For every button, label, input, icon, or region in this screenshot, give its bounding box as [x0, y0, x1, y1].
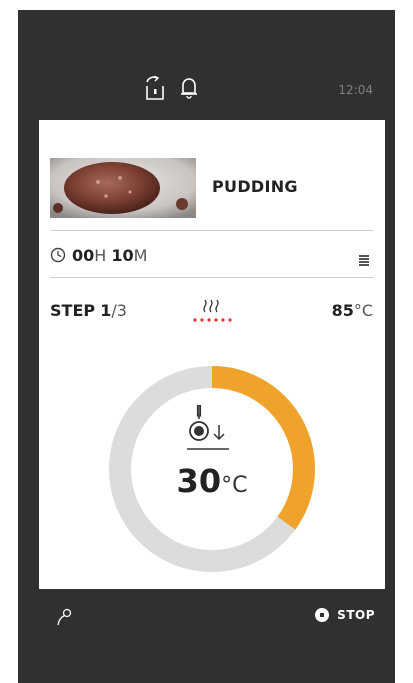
- timer-minutes: 10: [111, 246, 134, 265]
- stop-button[interactable]: STOP: [315, 604, 375, 626]
- bell-icon[interactable]: [179, 76, 199, 104]
- step-label: STEP: [50, 301, 96, 320]
- timer-row[interactable]: 00H 10M: [50, 245, 373, 269]
- program-panel: PUDDING 00H 10M STEP 1/3 85°C 30°C: [39, 120, 385, 589]
- setpoint-value: 85: [331, 301, 354, 320]
- recipe-name: PUDDING: [212, 177, 298, 196]
- list-icon[interactable]: [359, 251, 369, 270]
- core-temp-unit: °C: [221, 473, 248, 498]
- recipe-photo: [50, 158, 196, 218]
- setpoint-unit: °C: [353, 301, 373, 320]
- core-temperature: 30°C: [39, 462, 385, 500]
- timer-hours-unit: H: [94, 246, 107, 265]
- stop-icon: [315, 608, 330, 622]
- timer-minutes-unit: M: [133, 246, 148, 265]
- divider: [50, 277, 373, 278]
- status-bar: 12:04: [18, 10, 395, 118]
- clock-time: 12:04: [338, 83, 373, 97]
- step-indicator: STEP 1/3: [50, 301, 127, 320]
- core-temp-value: 30: [176, 462, 222, 500]
- cooking-time: 00H 10M: [72, 246, 147, 265]
- step-row[interactable]: STEP 1/3 85°C: [50, 296, 373, 336]
- pin-icon[interactable]: [56, 608, 72, 630]
- core-probe-icon: [183, 404, 241, 457]
- stop-label: STOP: [337, 608, 375, 622]
- cabinet-temperature: 85°C: [332, 301, 373, 320]
- door-lock-icon[interactable]: [143, 75, 167, 106]
- step-total: /3: [111, 301, 127, 320]
- oven-display: 12:04 PUDDING 00H 10M STEP 1/3 85°C 30°C…: [18, 10, 395, 683]
- divider: [50, 230, 373, 231]
- bottom-bar: STOP: [18, 600, 395, 640]
- clock-icon: [50, 247, 66, 267]
- step-current: 1: [100, 301, 112, 320]
- timer-hours: 00: [72, 246, 95, 265]
- steam-heat-icon: [191, 296, 233, 330]
